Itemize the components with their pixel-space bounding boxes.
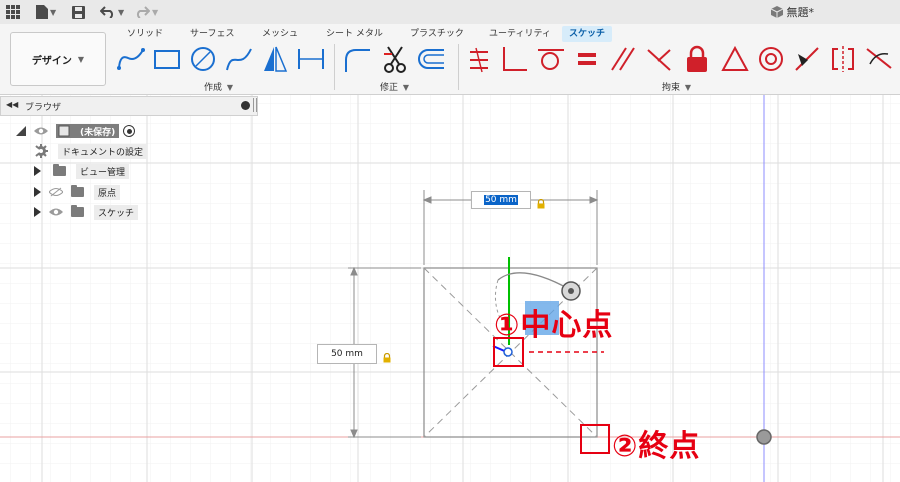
line-tool-icon[interactable] <box>116 44 146 74</box>
vertical-dimension-input[interactable]: 50 mm <box>317 344 377 364</box>
file-icon <box>36 5 48 19</box>
folder-icon <box>53 164 66 176</box>
folder-icon <box>71 205 84 217</box>
center-point-marker <box>503 347 513 357</box>
group-create[interactable]: 作成 ▼ <box>204 80 233 93</box>
spline-tool-icon[interactable] <box>224 44 254 74</box>
tab-solid[interactable]: ソリッド <box>121 26 169 42</box>
browser-item-label: ビュー管理 <box>76 163 130 179</box>
group-constraints[interactable]: 拘束 ▼ <box>662 80 691 93</box>
tangent-constraint-icon[interactable] <box>536 44 566 74</box>
undo-icon <box>100 6 114 18</box>
toolbar-separator <box>458 44 459 90</box>
group-constraints-label: 拘束 <box>662 83 681 93</box>
save-button[interactable] <box>72 3 85 21</box>
file-menu-button[interactable]: ▼ <box>36 3 56 21</box>
horizontal-dimension-value: 50 mm <box>484 195 518 205</box>
group-create-label: 作成 <box>204 83 223 93</box>
lock-icon[interactable] <box>536 194 546 213</box>
rectangle-tool-icon[interactable] <box>152 44 182 74</box>
browser-item-document-settings[interactable]: ドキュメントの設定 <box>34 142 148 160</box>
activate-radio-icon[interactable] <box>123 125 136 137</box>
eye-icon[interactable] <box>49 207 63 217</box>
redo-icon <box>136 6 150 18</box>
tab-utility[interactable]: ユーティリティ <box>483 26 557 42</box>
tab-plastic[interactable]: プラスチック <box>404 26 470 42</box>
browser-item-label: 原点 <box>94 184 121 200</box>
parallel-constraint-icon[interactable] <box>608 44 638 74</box>
curvature-constraint-icon[interactable] <box>864 44 894 74</box>
equal-constraint-icon[interactable] <box>572 44 602 74</box>
horizontal-dimension-input[interactable]: 50 mm <box>471 191 531 209</box>
perpendicular-constraint-icon[interactable] <box>500 44 530 74</box>
save-icon <box>72 5 85 19</box>
lock-icon[interactable] <box>382 348 392 367</box>
browser-panel-header[interactable]: ◀◀ ブラウザ <box>0 96 258 116</box>
browser-title: ブラウザ <box>25 103 62 113</box>
browser-item-origin[interactable]: 原点 <box>34 183 121 201</box>
trim-tool-icon[interactable] <box>380 44 410 74</box>
circle-tool-icon[interactable] <box>188 44 218 74</box>
browser-item-label: スケッチ <box>94 204 139 220</box>
triangle-constraint-icon[interactable] <box>720 44 750 74</box>
annotation-center-point: ①中心点 <box>494 308 614 343</box>
tab-sheet-metal[interactable]: シート メタル <box>320 26 389 42</box>
eye-icon <box>34 127 48 135</box>
expand-triangle-icon[interactable] <box>34 146 41 156</box>
workspace-label: デザイン <box>31 55 72 67</box>
vertical-dimension-value: 50 mm <box>331 349 363 359</box>
midpoint-constraint-icon[interactable] <box>792 44 822 74</box>
expand-triangle-icon[interactable] <box>34 187 41 197</box>
coincident-constraint-icon[interactable] <box>464 44 494 74</box>
tab-mesh[interactable]: メッシュ <box>256 26 304 42</box>
group-modify-label: 修正 <box>380 83 399 93</box>
browser-item-label: ドキュメントの設定 <box>58 143 148 159</box>
workspace-switcher[interactable]: デザイン ▼ <box>10 32 106 86</box>
fillet-tool-icon[interactable] <box>342 44 372 74</box>
mirror-tool-icon[interactable] <box>260 44 290 74</box>
tab-sketch[interactable]: スケッチ <box>562 26 612 42</box>
browser-root-node[interactable]: (未保存) <box>16 122 136 140</box>
document-title-text: 無題* <box>786 6 815 19</box>
redo-button[interactable]: ▼ <box>134 3 158 21</box>
toolbar-separator <box>334 44 335 90</box>
title-bar: ▼ ▼ ▼ 無題* <box>0 0 900 25</box>
tab-surface[interactable]: サーフェス <box>184 26 240 42</box>
dimension-tool-icon[interactable] <box>296 44 326 74</box>
collapse-panel-icon[interactable]: ◀◀ <box>6 100 18 109</box>
horizontal-vertical-constraint-icon[interactable] <box>644 44 674 74</box>
expand-triangle-icon[interactable] <box>34 207 41 217</box>
folder-icon <box>71 185 84 197</box>
browser-root-label: (未保存) <box>80 127 116 138</box>
undo-button[interactable]: ▼ <box>100 3 124 21</box>
expanded-triangle-icon <box>16 126 26 136</box>
origin-point <box>756 429 772 445</box>
panel-resize-handle[interactable] <box>253 98 257 112</box>
document-title: 無題* <box>770 4 815 20</box>
expand-triangle-icon[interactable] <box>34 166 41 176</box>
concentric-constraint-icon[interactable] <box>756 44 786 74</box>
cube-icon <box>770 6 783 18</box>
browser-item-view-manager[interactable]: ビュー管理 <box>34 162 130 180</box>
app-grid-icon[interactable] <box>6 3 20 21</box>
offset-tool-icon[interactable] <box>416 44 446 74</box>
group-modify[interactable]: 修正 ▼ <box>380 80 409 93</box>
symmetry-constraint-icon[interactable] <box>828 44 858 74</box>
eye-hidden-icon[interactable] <box>49 187 63 197</box>
annotation-end-point: ②終点 <box>612 429 701 464</box>
panel-options-icon[interactable] <box>241 101 250 110</box>
fix-lock-icon[interactable] <box>682 44 712 74</box>
component-icon <box>58 125 70 137</box>
browser-item-sketches[interactable]: スケッチ <box>34 203 139 221</box>
